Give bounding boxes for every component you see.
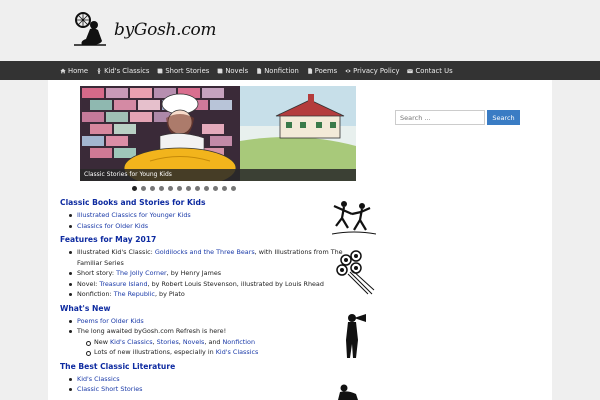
slider-dots [132, 186, 240, 191]
nav-privacy-policy[interactable]: Privacy Policy [345, 67, 399, 75]
list-item: Kid's Classics [68, 374, 360, 385]
section-classic-title: Classic Books and Stories for Kids [60, 198, 206, 207]
link-goldilocks[interactable]: Goldilocks and the Three Bears [155, 248, 255, 256]
document-icon [307, 67, 312, 74]
slider-dot-10[interactable] [213, 186, 218, 191]
nav-privacy-policy-label: Privacy Policy [353, 66, 400, 75]
list-item: Classic Short Stories [68, 384, 360, 395]
link-poems-older-kids[interactable]: Poems for Older Kids [77, 317, 144, 325]
list-item: Illustrated Kid's Classic: Goldilocks an… [68, 247, 360, 268]
child-icon [97, 67, 101, 74]
envelope-icon [407, 68, 414, 73]
link-best-kids-classics[interactable]: Kid's Classics [77, 375, 120, 383]
rider-illustration [338, 384, 358, 400]
search-input[interactable] [395, 110, 485, 125]
search-form: Search [395, 110, 520, 125]
list-item: Classics for Older Kids [68, 221, 360, 232]
link-jolly-corner[interactable]: The Jolly Corner [116, 269, 167, 277]
trumpet-player-illustration [346, 314, 366, 358]
search-button[interactable]: Search [487, 110, 520, 125]
nav-nonfiction-label: Nonfiction [264, 66, 299, 75]
link-classic-short-stories[interactable]: Classic Short Stories [77, 385, 142, 393]
nav-novels[interactable]: Novels [217, 67, 248, 75]
sub2-prefix: Lots of new illustrations, especially in [94, 348, 216, 356]
list-item: Lots of new illustrations, especially in… [85, 347, 360, 358]
nav-home[interactable]: Home [60, 67, 88, 75]
main-content-area: Classic Stories for Young Kids Classic B… [48, 80, 552, 400]
site-logo-text[interactable]: byGosh.com [114, 20, 217, 40]
slider-dot-7[interactable] [186, 186, 191, 191]
feature-2-suffix: , by Henry James [166, 269, 222, 277]
nav-contact-us[interactable]: Contact Us [407, 66, 453, 75]
dancing-children-illustration [332, 201, 376, 235]
slider-dot-2[interactable] [141, 186, 146, 191]
link-classics-older-kids[interactable]: Classics for Older Kids [77, 222, 148, 230]
document-icon [257, 67, 262, 74]
nav-poems[interactable]: Poems [307, 67, 337, 75]
link-treasure-island[interactable]: Treasure Island [99, 280, 147, 288]
link-illustrations-kids-classics[interactable]: Kid's Classics [216, 348, 259, 356]
section-classic: Classic Books and Stories for Kids Illus… [60, 198, 360, 231]
section-whats-new-title: What's New [60, 303, 111, 313]
feature-1-prefix: Illustrated Kid's Classic: [77, 248, 155, 256]
nav-home-label: Home [68, 66, 89, 75]
section-features: Features for May 2017 Illustrated Kid's … [60, 235, 360, 300]
list-item: Novel: Treasure Island, by Robert Louis … [68, 279, 360, 290]
section-best-classic: The Best Classic Literature Kid's Classi… [60, 362, 360, 395]
feature-4-prefix: Nonfiction: [77, 290, 114, 298]
site-header: byGosh.com [0, 0, 600, 61]
slider-dot-11[interactable] [222, 186, 227, 191]
link-new-novels[interactable]: Novels [183, 338, 205, 346]
slider-dot-8[interactable] [195, 186, 200, 191]
slider-dot-12[interactable] [231, 186, 236, 191]
slider-caption: Classic Stories for Young Kids [80, 169, 356, 181]
eye-icon [345, 69, 351, 72]
feature-4-suffix: , by Plato [154, 290, 185, 298]
section-whats-new: What's New Poems for Older Kids The long… [60, 304, 360, 358]
nav-kids-classics-label: Kid's Classics [104, 66, 150, 75]
section-features-title: Features for May 2017 [60, 235, 157, 244]
slider-dot-1[interactable] [132, 186, 137, 191]
book-icon [217, 68, 223, 73]
refresh-announcement: The long awaited byGosh.com Refresh is h… [77, 327, 227, 335]
list-item: The long awaited byGosh.com Refresh is h… [68, 326, 360, 358]
slider-dot-6[interactable] [177, 186, 182, 191]
link-new-stories[interactable]: Stories [157, 338, 179, 346]
feature-2-prefix: Short story: [77, 269, 117, 277]
slider-dot-3[interactable] [150, 186, 155, 191]
slider-dot-9[interactable] [204, 186, 209, 191]
slider-dot-5[interactable] [168, 186, 173, 191]
sub1-prefix: New [94, 337, 110, 346]
list-item: Illustrated Classics for Younger Kids [68, 210, 360, 221]
nav-short-stories-label: Short Stories [165, 66, 210, 75]
nav-poems-label: Poems [314, 66, 338, 75]
feature-3-suffix: , by Robert Louis Stevenson, illustrated… [147, 279, 324, 288]
list-item: Short story: The Jolly Corner, by Henry … [68, 268, 360, 279]
nav-nonfiction[interactable]: Nonfiction [256, 67, 299, 75]
link-new-nonfiction[interactable]: Nonfiction [223, 338, 256, 346]
link-illustrated-classics[interactable]: Illustrated Classics for Younger Kids [77, 211, 191, 219]
section-best-classic-title: The Best Classic Literature [60, 361, 176, 371]
nav-contact-us-label: Contact Us [415, 66, 453, 75]
home-icon [60, 68, 66, 73]
list-item: Poems for Older Kids [68, 316, 360, 327]
hero-slider[interactable]: Classic Stories for Young Kids [80, 86, 356, 181]
book-icon [157, 68, 163, 73]
nav-kids-classics[interactable]: Kid's Classics [96, 67, 149, 75]
slider-image [80, 86, 356, 181]
nav-novels-label: Novels [225, 66, 249, 75]
flower-bouquet-illustration [336, 250, 375, 295]
nav-short-stories[interactable]: Short Stories [157, 67, 209, 75]
main-nav: Home Kid's Classics Short Stories Novels… [0, 61, 600, 80]
list-item: New Kid's Classics, Stories, Novels, and… [85, 337, 360, 348]
link-the-republic[interactable]: The Republic [114, 290, 155, 298]
slider-dot-4[interactable] [159, 186, 164, 191]
article-content: Classic Books and Stories for Kids Illus… [60, 198, 360, 399]
sub1-sep3: , and [204, 337, 223, 346]
link-new-kids-classics[interactable]: Kid's Classics [110, 338, 153, 346]
list-item: Nonfiction: The Republic, by Plato [68, 289, 360, 300]
logo-reader-icon[interactable] [70, 11, 110, 47]
feature-3-prefix: Novel: [77, 279, 100, 288]
